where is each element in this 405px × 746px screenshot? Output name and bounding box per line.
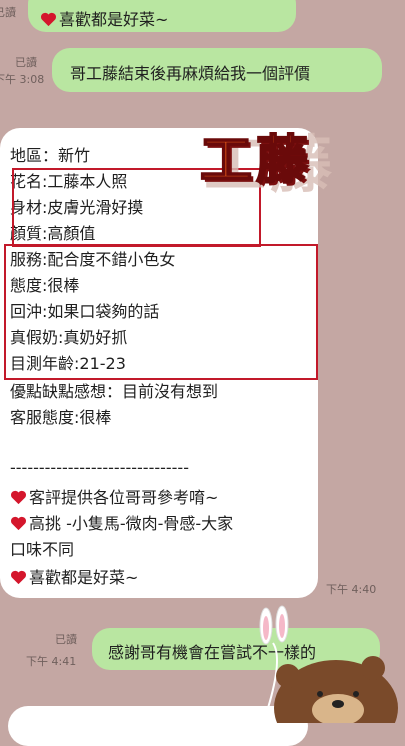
review-line-text: 地區：新竹 (10, 146, 91, 165)
read-label-top: 已讀 (0, 6, 16, 19)
review-line-text: 喜歡都是好菜~ (29, 568, 139, 587)
review-line-text: 優點缺點感想：目前沒有想到 (10, 382, 219, 401)
heart-icon (11, 490, 26, 505)
sticker-kudo[interactable]: 工藤 工藤 (192, 108, 392, 201)
message-bubble-evaluation-request[interactable]: 哥工藤結束後再麻煩給我一個評價 (52, 48, 382, 92)
message-top-content: 喜歡都是好菜~ (40, 6, 168, 30)
review-line: 客服態度:很棒 (10, 404, 111, 428)
timestamp: 下午 3:08 (0, 73, 45, 86)
message-text: 喜歡都是好菜~ (59, 10, 169, 29)
review-line: 高挑 -小隻馬-微肉-骨感-大家 (10, 510, 233, 534)
heart-icon (11, 570, 26, 585)
review-line-text: 口味不同 (10, 540, 75, 559)
review-line-text: ------------------------------- (10, 458, 189, 477)
review-line: 客評提供各位哥哥參考唷~ (10, 484, 218, 508)
highlight-box-details (4, 244, 318, 380)
bear-bunny-icon (259, 605, 398, 746)
timestamp: 下午 4:41 (26, 655, 77, 668)
sticker-bunny-bear[interactable] (238, 598, 405, 746)
read-label: 已讀 (15, 56, 37, 69)
heart-icon (11, 516, 26, 531)
review-line-text: 高挑 -小隻馬-微肉-骨感-大家 (29, 514, 234, 533)
read-label: 已讀 (55, 633, 77, 646)
review-line: ------------------------------- (10, 458, 189, 477)
timestamp: 下午 4:40 (326, 583, 377, 596)
review-line: 優點缺點感想：目前沒有想到 (10, 378, 218, 402)
review-line: 口味不同 (10, 536, 74, 560)
review-line: 喜歡都是好菜~ (10, 564, 138, 588)
message-text: 哥工藤結束後再麻煩給我一個評價 (70, 64, 311, 83)
review-line-text: 客服態度:很棒 (10, 408, 112, 427)
message-bubble-top[interactable]: 喜歡都是好菜~ (28, 0, 296, 32)
review-line-text: 客評提供各位哥哥參考唷~ (29, 488, 219, 507)
heart-icon (41, 12, 56, 27)
review-line: 地區：新竹 (10, 142, 90, 166)
sticker-text: 工藤 (199, 130, 313, 192)
